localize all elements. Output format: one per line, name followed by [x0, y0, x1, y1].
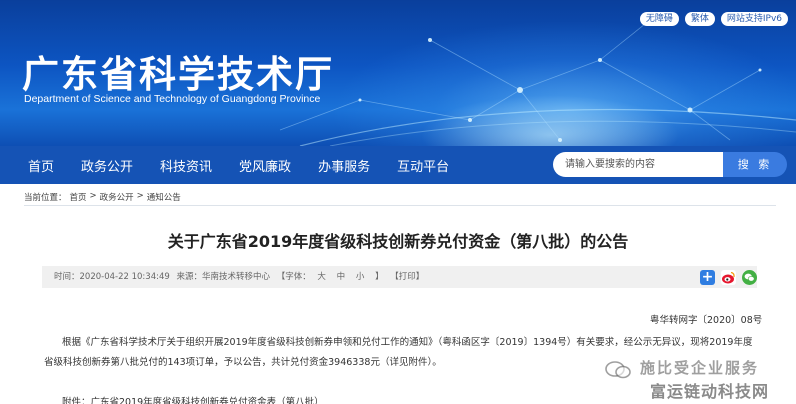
nav-item-science-news[interactable]: 科技资讯 — [160, 156, 212, 175]
font-size-end: 】 — [375, 272, 384, 282]
breadcrumb-divider — [24, 205, 776, 206]
share-plus-icon[interactable]: + — [700, 270, 715, 285]
font-size-large-button[interactable]: 大 — [317, 272, 326, 282]
breadcrumb-prefix: 当前位置： — [24, 193, 67, 203]
breadcrumb: 当前位置： 首页 > 政务公开 > 通知公告 — [24, 191, 181, 203]
site-subtitle: Department of Science and Technology of … — [24, 93, 321, 105]
breadcrumb-separator: > — [136, 191, 144, 201]
search-input[interactable] — [553, 152, 723, 177]
font-size-medium-button[interactable]: 中 — [337, 272, 346, 282]
top-links: 无障碍 繁体 网站支持IPv6 — [639, 12, 788, 26]
attachment-link[interactable]: 附件：广东省2019年度省级科技创新券兑付资金表（第八批） — [62, 394, 324, 404]
breadcrumb-home[interactable]: 首页 — [70, 191, 87, 203]
breadcrumb-notices[interactable]: 通知公告 — [147, 191, 181, 203]
breadcrumb-separator: > — [89, 191, 97, 201]
article-meta-bar: 时间：2020-04-22 10:34:49 来源：华南技术转移中心 【字体： … — [42, 266, 757, 288]
nav-item-interaction[interactable]: 互动平台 — [397, 156, 449, 175]
header-banner: 广东省科学技术厅 Department of Science and Techn… — [0, 0, 796, 146]
font-size-label: 【字体： — [276, 272, 311, 282]
nav-item-services[interactable]: 办事服务 — [318, 156, 370, 175]
article-source: 来源：华南技术转移中心 — [176, 272, 270, 282]
document-number: 粤华转网字〔2020〕08号 — [650, 315, 763, 326]
ipv6-link[interactable]: 网站支持IPv6 — [720, 12, 788, 26]
nav-item-government-affairs[interactable]: 政务公开 — [81, 156, 133, 175]
watermark-text-top: 施比受企业服务 — [640, 359, 760, 377]
wechat-icon[interactable] — [742, 270, 757, 285]
nav-item-integrity[interactable]: 党风廉政 — [239, 156, 291, 175]
publish-time: 时间：2020-04-22 10:34:49 — [54, 272, 170, 282]
print-button[interactable]: 【打印】 — [390, 272, 424, 282]
search-button[interactable]: 搜 索 — [723, 152, 787, 177]
nav-item-home[interactable]: 首页 — [28, 156, 54, 175]
breadcrumb-government-affairs[interactable]: 政务公开 — [100, 191, 134, 203]
article-title: 关于广东省2019年度省级科技创新券兑付资金（第八批）的公告 — [167, 232, 629, 251]
accessibility-link[interactable]: 无障碍 — [639, 12, 679, 26]
site-title: 广东省科学技术厅 — [22, 53, 334, 96]
traditional-chinese-link[interactable]: 繁体 — [684, 12, 715, 26]
watermark-wechat-icon — [605, 361, 631, 379]
font-size-small-button[interactable]: 小 — [356, 272, 365, 282]
weibo-icon[interactable] — [721, 270, 736, 285]
watermark-text-bottom: 富运链动科技网 — [650, 382, 770, 401]
